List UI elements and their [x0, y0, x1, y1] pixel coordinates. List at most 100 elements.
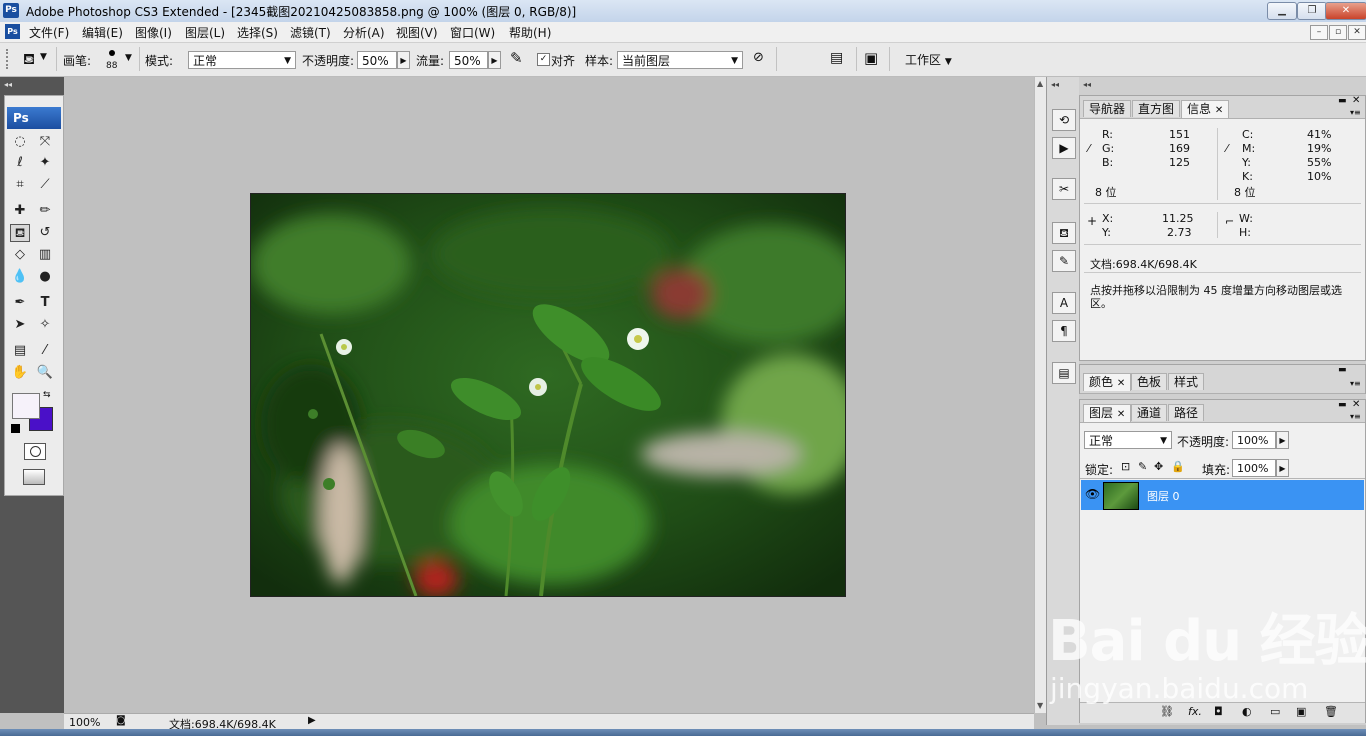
layer-style-icon[interactable]: fx.	[1188, 705, 1202, 718]
menu-image[interactable]: 图像(I)	[135, 24, 172, 41]
menu-help[interactable]: 帮助(H)	[509, 24, 551, 41]
flow-slider-button[interactable]: ▶	[488, 51, 501, 69]
menu-window[interactable]: 窗口(W)	[450, 24, 495, 41]
status-doc-icon[interactable]: ◙	[116, 715, 126, 726]
tab-layers[interactable]: 图层 ✕	[1083, 404, 1132, 422]
layer-row[interactable]: 👁 图层 0	[1081, 480, 1364, 510]
brush-picker[interactable]: 88	[103, 46, 123, 72]
menu-select[interactable]: 选择(S)	[237, 24, 278, 41]
panel-menu-icon[interactable]: ▾≡	[1350, 412, 1361, 421]
lock-position-icon[interactable]: ✥	[1154, 460, 1163, 473]
tool-presets-panel-icon[interactable]: ✂	[1052, 178, 1076, 200]
workspace-menu[interactable]: 工作区 ▼	[905, 51, 952, 68]
restore-button[interactable]: ❐	[1297, 2, 1327, 20]
crop-tool-icon[interactable]: ⌗	[10, 176, 30, 194]
panel-close-icon[interactable]: ✕	[1352, 399, 1360, 410]
blur-tool-icon[interactable]: 💧	[10, 268, 30, 286]
tab-styles[interactable]: 样式	[1168, 373, 1205, 390]
sample-select[interactable]: 当前图层 ▼	[617, 51, 743, 69]
panel-menu-icon[interactable]: ▾≡	[1350, 379, 1361, 388]
swap-colors-icon[interactable]: ⇆	[43, 390, 51, 400]
close-icon[interactable]: ✕	[1215, 105, 1223, 116]
lock-image-icon[interactable]: ✎	[1138, 460, 1147, 473]
doc-minimize-button[interactable]: –	[1310, 25, 1328, 40]
opacity-input[interactable]: 50%	[357, 51, 397, 69]
preset-dropdown-arrow-icon[interactable]: ▼	[40, 52, 47, 62]
options-grip[interactable]	[6, 49, 12, 69]
clone-stamp-tool-icon[interactable]: ⛾	[10, 224, 30, 242]
mode-select[interactable]: 正常 ▼	[188, 51, 296, 69]
panel-minimize-icon[interactable]: ▬	[1338, 400, 1347, 410]
bridge-icon[interactable]: ▣	[864, 49, 878, 67]
path-selection-tool-icon[interactable]: ➤	[10, 316, 30, 334]
fill-slider-button[interactable]: ▶	[1276, 459, 1289, 477]
history-brush-tool-icon[interactable]: ↺	[35, 224, 55, 242]
magic-wand-tool-icon[interactable]: ✦	[35, 154, 55, 172]
tab-color[interactable]: 颜色 ✕	[1083, 373, 1132, 391]
new-group-icon[interactable]: ▭	[1270, 705, 1280, 718]
menu-file[interactable]: 文件(F)	[29, 24, 69, 41]
pen-tool-icon[interactable]: ✒	[10, 294, 30, 312]
menu-analysis[interactable]: 分析(A)	[343, 24, 385, 41]
layer-comps-panel-icon[interactable]: ▤	[1052, 362, 1076, 384]
tab-navigator[interactable]: 导航器	[1083, 100, 1132, 117]
scroll-down-icon[interactable]: ▼	[1037, 701, 1043, 710]
layer-mask-icon[interactable]: ◘	[1214, 705, 1223, 718]
close-icon[interactable]: ✕	[1117, 378, 1125, 389]
lasso-tool-icon[interactable]: ℓ	[10, 154, 30, 172]
tab-info[interactable]: 信息 ✕	[1181, 100, 1230, 118]
gradient-tool-icon[interactable]: ▥	[35, 246, 55, 264]
dock-collapse-icon[interactable]: ◂◂	[1051, 80, 1059, 89]
close-button[interactable]: ✕	[1325, 2, 1366, 20]
fill-input[interactable]: 100%	[1232, 459, 1276, 477]
default-colors-icon[interactable]	[11, 424, 20, 433]
menu-layer[interactable]: 图层(L)	[185, 24, 225, 41]
tab-swatches[interactable]: 色板	[1131, 373, 1168, 390]
layer-opacity-slider-button[interactable]: ▶	[1276, 431, 1289, 449]
panel-minimize-icon[interactable]: ▬	[1338, 96, 1347, 106]
document-image[interactable]	[250, 193, 846, 597]
lock-all-icon[interactable]: 🔒	[1171, 460, 1185, 473]
opacity-slider-button[interactable]: ▶	[397, 51, 410, 69]
screen-mode-icon[interactable]	[23, 469, 45, 485]
link-layers-icon[interactable]: ⛓	[1160, 705, 1174, 718]
brushes-panel-icon[interactable]: ✎	[1052, 250, 1076, 272]
layer-name[interactable]: 图层 0	[1147, 488, 1180, 504]
notes-tool-icon[interactable]: ▤	[10, 342, 30, 360]
move-tool-icon[interactable]: ⤧	[35, 133, 55, 151]
foreground-color-swatch[interactable]	[12, 393, 40, 419]
eye-icon[interactable]: 👁	[1085, 487, 1100, 501]
menu-view[interactable]: 视图(V)	[396, 24, 438, 41]
custom-shape-tool-icon[interactable]: ✧	[35, 316, 55, 334]
type-tool-icon[interactable]: T	[35, 294, 55, 312]
scroll-up-icon[interactable]: ▲	[1037, 79, 1043, 88]
clone-source-panel-icon[interactable]: ⛾	[1052, 222, 1076, 244]
tab-paths[interactable]: 路径	[1168, 404, 1205, 421]
panel-menu-icon[interactable]: ▾≡	[1350, 108, 1361, 117]
brush-tool-icon[interactable]: ✏	[35, 202, 55, 220]
aligned-checkbox[interactable]: ✓	[537, 53, 550, 66]
panel-minimize-icon[interactable]: ▬	[1338, 365, 1347, 375]
tab-histogram[interactable]: 直方图	[1132, 100, 1181, 117]
status-menu-arrow-icon[interactable]: ▶	[308, 715, 316, 726]
paragraph-panel-icon[interactable]: ¶	[1052, 320, 1076, 342]
toggle-brushes-palette-icon[interactable]: ▤	[830, 50, 843, 66]
blend-mode-select[interactable]: 正常 ▼	[1084, 431, 1172, 449]
new-layer-icon[interactable]: ▣	[1296, 705, 1306, 718]
menu-filter[interactable]: 滤镜(T)	[290, 24, 331, 41]
menu-edit[interactable]: 编辑(E)	[82, 24, 123, 41]
collapse-arrows-icon[interactable]: ◂◂	[4, 80, 12, 89]
minimize-button[interactable]: ▁	[1267, 2, 1297, 20]
hand-tool-icon[interactable]: ✋	[10, 364, 30, 382]
actions-panel-icon[interactable]: ▶	[1052, 137, 1076, 159]
character-panel-icon[interactable]: A	[1052, 292, 1076, 314]
panels-collapse-icon[interactable]: ◂◂	[1083, 80, 1091, 89]
os-taskbar[interactable]	[0, 729, 1366, 736]
eraser-tool-icon[interactable]: ◇	[10, 246, 30, 264]
healing-brush-tool-icon[interactable]: ✚	[10, 202, 30, 220]
zoom-tool-icon[interactable]: 🔍	[35, 364, 55, 382]
adjustment-layer-icon[interactable]: ◐	[1242, 705, 1252, 718]
lock-transparent-icon[interactable]: ⊡	[1121, 460, 1130, 473]
ignore-adjustment-layers-icon[interactable]: ⊘	[753, 50, 764, 65]
layer-opacity-input[interactable]: 100%	[1232, 431, 1276, 449]
